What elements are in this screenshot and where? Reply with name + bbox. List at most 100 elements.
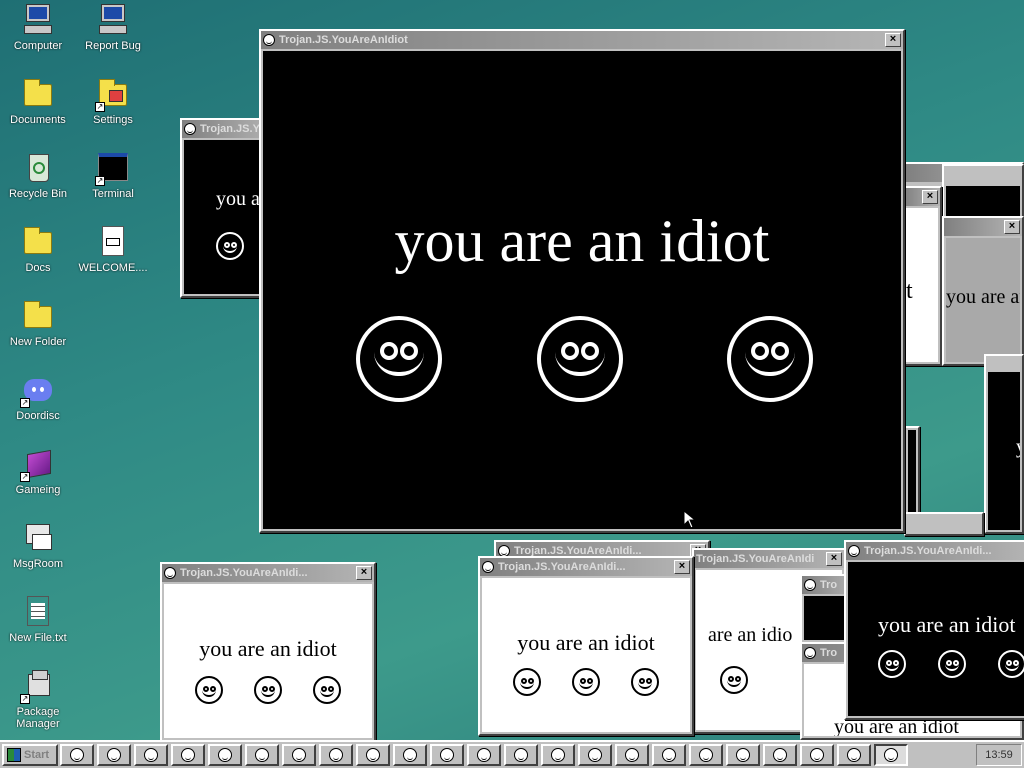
window-title: Trojan.JS.YouAreAnIdi... bbox=[180, 567, 308, 579]
smiley-icon bbox=[736, 748, 750, 762]
smiley-icon bbox=[312, 676, 341, 704]
folder-icon bbox=[22, 300, 54, 332]
smiley-icon bbox=[699, 748, 713, 762]
start-logo-icon bbox=[7, 748, 21, 762]
desktop-icon-gameing[interactable]: ↗ Gameing bbox=[1, 448, 75, 496]
taskbar-window-button[interactable] bbox=[245, 744, 279, 766]
taskbar-window-button[interactable] bbox=[208, 744, 242, 766]
smiley-icon bbox=[847, 748, 861, 762]
smiley-icon bbox=[513, 668, 542, 696]
desktop-icon-report-bug[interactable]: Report Bug bbox=[76, 4, 150, 52]
taskbar-window-button[interactable] bbox=[467, 744, 501, 766]
desktop-icon-label: MsgRoom bbox=[12, 558, 64, 570]
popup-message: you are an idiot bbox=[517, 630, 655, 655]
close-button[interactable]: × bbox=[922, 190, 938, 204]
taskbar-window-button[interactable] bbox=[541, 744, 575, 766]
popup-window[interactable] bbox=[904, 426, 920, 516]
computer-icon bbox=[22, 4, 54, 36]
taskbar-window-button[interactable] bbox=[763, 744, 797, 766]
cube-icon: ↗ bbox=[20, 448, 54, 482]
taskbar-window-button[interactable] bbox=[800, 744, 834, 766]
close-button[interactable]: × bbox=[1004, 220, 1020, 234]
computer-icon bbox=[97, 4, 129, 36]
taskbar-clock: 13:59 bbox=[976, 744, 1022, 766]
main-popup-window[interactable]: Trojan.JS.YouAreAnIdiot × you are an idio… bbox=[259, 29, 905, 533]
taskbar-window-button[interactable] bbox=[837, 744, 871, 766]
desktop-icon-settings[interactable]: ↗ Settings bbox=[76, 78, 150, 126]
taskbar-window-button[interactable] bbox=[282, 744, 316, 766]
desktop-icon-label: Doordisc bbox=[16, 410, 60, 422]
taskbar-window-button[interactable] bbox=[97, 744, 131, 766]
discord-icon: ↗ bbox=[20, 374, 54, 408]
start-label: Start bbox=[24, 749, 50, 761]
smiley-icon bbox=[482, 561, 494, 573]
smiley-icon bbox=[253, 676, 282, 704]
smiley-icon bbox=[662, 748, 676, 762]
close-button[interactable]: × bbox=[356, 566, 372, 580]
popup-window[interactable] bbox=[942, 164, 1024, 224]
smiley-icon bbox=[537, 316, 623, 402]
desktop-icon-new-file[interactable]: New File.txt bbox=[1, 596, 75, 644]
smiley-icon bbox=[403, 748, 417, 762]
taskbar-window-button[interactable] bbox=[874, 744, 908, 766]
smiley-icon bbox=[144, 748, 158, 762]
desktop-icon-msgroom[interactable]: MsgRoom bbox=[1, 522, 75, 570]
desktop-icon-documents[interactable]: Documents bbox=[1, 78, 75, 126]
popup-window[interactable] bbox=[904, 512, 984, 536]
popup-window[interactable]: Trojan.JS.YouAreAnIdi... you are an idio… bbox=[844, 540, 1024, 720]
folder-icon bbox=[22, 78, 54, 110]
taskbar-window-button[interactable] bbox=[60, 744, 94, 766]
desktop-icon-welcome[interactable]: WELCOME.... bbox=[76, 226, 150, 274]
smiley-icon bbox=[804, 647, 816, 659]
start-button[interactable]: Start bbox=[2, 744, 58, 766]
taskbar: Start 13:59 bbox=[0, 740, 1024, 768]
taskbar-window-button[interactable] bbox=[578, 744, 612, 766]
close-button[interactable]: × bbox=[674, 560, 690, 574]
taskbar-window-button[interactable] bbox=[430, 744, 464, 766]
desktop-icon-docs[interactable]: Docs bbox=[1, 226, 75, 274]
popup-window[interactable]: y bbox=[984, 354, 1024, 534]
smiley-icon bbox=[70, 748, 84, 762]
text-file-icon bbox=[22, 596, 54, 628]
smiley-icon bbox=[329, 748, 343, 762]
taskbar-window-button[interactable] bbox=[504, 744, 538, 766]
close-button[interactable]: × bbox=[885, 33, 901, 47]
desktop-icon-new-folder[interactable]: New Folder bbox=[1, 300, 75, 348]
popup-message: you are an idiot bbox=[199, 636, 337, 661]
desktop-icon-package-manager[interactable]: ↗ Package Manager bbox=[1, 670, 75, 730]
desktop-icon-doordisc[interactable]: ↗ Doordisc bbox=[1, 374, 75, 422]
smiley-icon bbox=[440, 748, 454, 762]
taskbar-window-button[interactable] bbox=[134, 744, 168, 766]
popup-message: you are an idiot bbox=[878, 612, 1016, 637]
taskbar-window-button[interactable] bbox=[615, 744, 649, 766]
desktop-icon-terminal[interactable]: ↗ Terminal bbox=[76, 152, 150, 200]
taskbar-window-button[interactable] bbox=[689, 744, 723, 766]
package-icon: ↗ bbox=[20, 670, 54, 704]
taskbar-window-button[interactable] bbox=[652, 744, 686, 766]
desktop-icon-label: Computer bbox=[13, 40, 63, 52]
taskbar-window-button[interactable] bbox=[171, 744, 205, 766]
desktop-icon-computer[interactable]: Computer bbox=[1, 4, 75, 52]
desktop-icon-label: Documents bbox=[10, 114, 66, 126]
smiley-icon bbox=[884, 748, 898, 762]
taskbar-window-button[interactable] bbox=[393, 744, 427, 766]
taskbar-window-button[interactable] bbox=[319, 744, 353, 766]
popup-window[interactable]: Trojan.JS.YouAreAnIdi... × you are an idi… bbox=[478, 556, 694, 736]
smiley-icon bbox=[998, 650, 1024, 678]
smiley-icon bbox=[878, 650, 906, 678]
smiley-icon bbox=[356, 316, 442, 402]
desktop-icon-label: New File.txt bbox=[9, 632, 67, 644]
desktop-icon-label: Recycle Bin bbox=[8, 188, 68, 200]
desktop-icon-label: Gameing bbox=[15, 484, 61, 496]
popup-window[interactable]: Trojan.JS.YouAreAnIdi... × you are an idi… bbox=[160, 562, 376, 742]
desktop-icon-recycle-bin[interactable]: Recycle Bin bbox=[1, 152, 75, 200]
popup-window[interactable]: × t bbox=[902, 186, 942, 366]
smiley-icon bbox=[184, 123, 196, 135]
recycle-bin-icon bbox=[22, 152, 54, 184]
taskbar-window-button[interactable] bbox=[356, 744, 390, 766]
desktop-icon-label: Terminal bbox=[92, 188, 134, 200]
taskbar-window-button[interactable] bbox=[726, 744, 760, 766]
close-button[interactable]: × bbox=[826, 552, 842, 566]
popup-window[interactable]: × you are an bbox=[942, 216, 1024, 366]
smiley-icon bbox=[216, 232, 244, 260]
